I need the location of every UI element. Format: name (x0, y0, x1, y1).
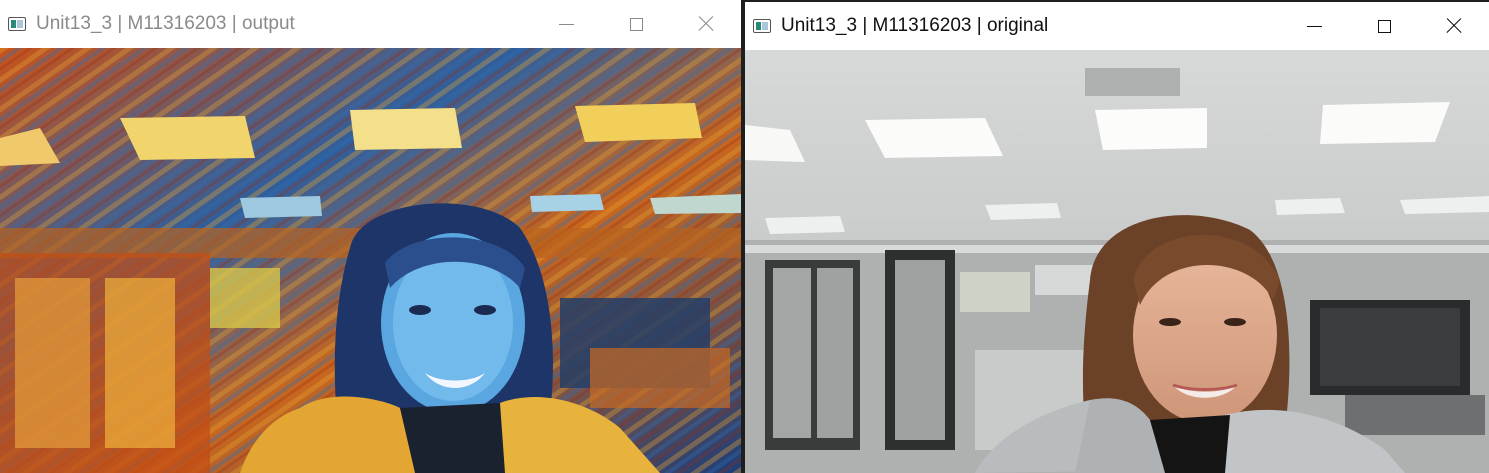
original-image (745, 50, 1489, 473)
close-icon (1446, 18, 1462, 34)
original-titlebar[interactable]: Unit13_3 | M11316203 | original (745, 2, 1489, 50)
output-maximize-button[interactable] (601, 0, 671, 48)
original-minimize-button[interactable] (1279, 2, 1349, 50)
output-close-button[interactable] (671, 0, 741, 48)
output-window[interactable]: Unit13_3 | M11316203 | output (0, 0, 741, 473)
app-icon[interactable] (8, 17, 26, 31)
original-window[interactable]: Unit13_3 | M11316203 | original (745, 2, 1489, 473)
app-icon[interactable] (753, 19, 771, 33)
output-window-title: Unit13_3 | M11316203 | output (36, 13, 295, 34)
close-icon (698, 16, 714, 32)
original-maximize-button[interactable] (1349, 2, 1419, 50)
maximize-icon (629, 17, 643, 31)
original-close-button[interactable] (1419, 2, 1489, 50)
minimize-icon (558, 23, 574, 25)
output-image (0, 48, 741, 473)
minimize-icon (1306, 25, 1322, 27)
original-window-title: Unit13_3 | M11316203 | original (781, 15, 1049, 36)
output-titlebar[interactable]: Unit13_3 | M11316203 | output (0, 0, 741, 48)
maximize-icon (1377, 19, 1391, 33)
output-minimize-button[interactable] (531, 0, 601, 48)
